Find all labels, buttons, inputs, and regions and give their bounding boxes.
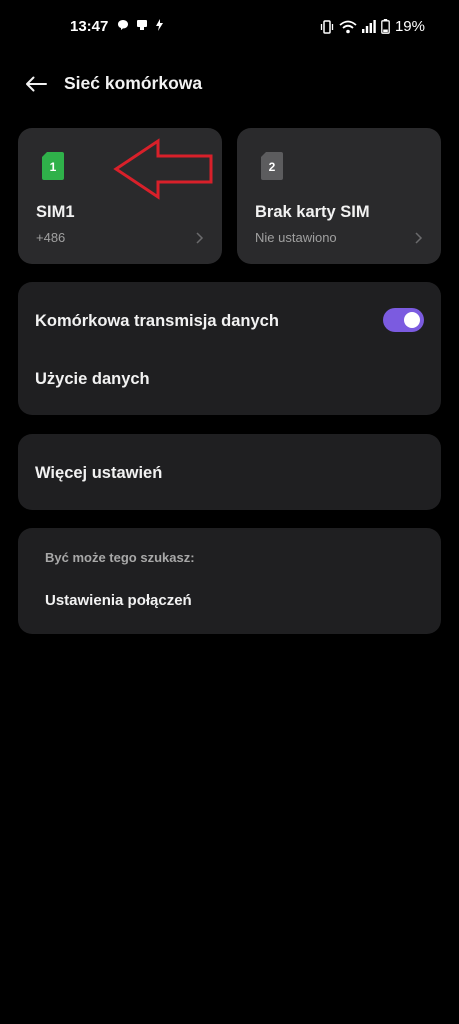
chevron-right-icon	[196, 232, 204, 244]
sim2-status: Nie ustawiono	[255, 230, 337, 245]
more-settings-card[interactable]: Więcej ustawień	[18, 434, 441, 510]
sim2-title: Brak karty SIM	[255, 203, 370, 221]
sim1-title: SIM1	[36, 203, 75, 221]
flash-icon	[156, 19, 163, 31]
mobile-data-toggle[interactable]	[383, 308, 424, 332]
chat-bubble-icon	[118, 20, 128, 30]
suggestions-card: Być może tego szukasz: Ustawienia połącz…	[18, 528, 441, 634]
battery-icon	[381, 19, 390, 34]
status-time: 13:47	[70, 18, 109, 35]
mobile-data-card: Komórkowa transmisja danych Użycie danyc…	[18, 282, 441, 415]
signal-icon	[361, 20, 376, 33]
more-settings-label: Więcej ustawień	[35, 464, 163, 482]
sim-card-2-badge: 2	[269, 160, 276, 174]
toggle-knob	[404, 312, 420, 328]
vibrate-icon	[320, 19, 334, 34]
battery-percentage: 19%	[394, 18, 425, 35]
wifi-icon	[339, 20, 357, 33]
sim-card-2-icon: 2	[261, 152, 283, 180]
status-bar: 13:47 19%	[0, 0, 459, 54]
sim-card-1-icon: 1	[42, 152, 64, 180]
mobile-data-label: Komórkowa transmisja danych	[35, 312, 279, 330]
sim2-card[interactable]: 2 Brak karty SIM Nie ustawiono	[237, 128, 441, 264]
notification-icon	[137, 20, 147, 30]
data-usage-item[interactable]: Użycie danych	[35, 370, 150, 389]
page-title: Sieć komórkowa	[64, 73, 203, 93]
suggestions-caption: Być może tego szukasz:	[45, 550, 195, 565]
header: Sieć komórkowa	[0, 66, 459, 102]
back-button[interactable]	[20, 68, 52, 100]
call-settings-link[interactable]: Ustawienia połączeń	[45, 592, 192, 609]
status-left-icons	[117, 19, 164, 31]
status-right: 19%	[320, 18, 425, 35]
arrow-left-icon	[26, 76, 47, 92]
chevron-right-icon	[415, 232, 423, 244]
sim1-number: +486	[36, 230, 66, 245]
red-arrow-annotation-icon	[113, 138, 213, 200]
sim-card-1-badge: 1	[50, 160, 57, 174]
